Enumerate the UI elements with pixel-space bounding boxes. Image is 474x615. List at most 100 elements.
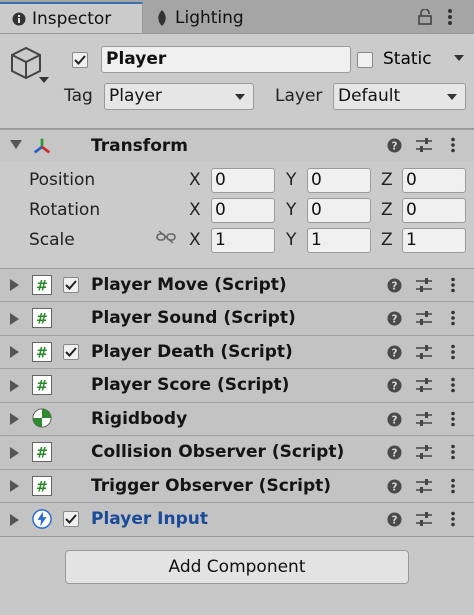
help-icon[interactable]: ? xyxy=(387,138,402,153)
rotation-x-field[interactable]: 0 xyxy=(211,198,275,223)
enabled-checkbox[interactable] xyxy=(63,511,79,527)
rigidbody-icon xyxy=(32,408,52,428)
layer-value: Default xyxy=(338,86,401,106)
component-menu-icon[interactable] xyxy=(450,277,456,293)
layer-dropdown[interactable]: Default xyxy=(333,83,466,110)
presets-icon[interactable] xyxy=(416,345,432,359)
axis-y-label[interactable]: Y xyxy=(286,170,296,190)
component-title: Collision Observer (Script) xyxy=(91,442,345,462)
component-rigidbody[interactable]: Rigidbody ? xyxy=(0,402,474,435)
component-title: Player Move (Script) xyxy=(91,275,287,295)
static-dropdown-arrow-icon[interactable] xyxy=(454,55,464,61)
component-menu-icon[interactable] xyxy=(450,344,456,360)
transform-header[interactable]: Transform ? xyxy=(0,129,474,162)
script-icon: # xyxy=(32,375,52,395)
foldout-collapsed-icon[interactable] xyxy=(10,279,19,291)
svg-text:?: ? xyxy=(392,314,398,326)
kebab-menu-icon[interactable] xyxy=(447,8,453,26)
axis-y-label[interactable]: Y xyxy=(286,200,296,220)
rotation-z-field[interactable]: 0 xyxy=(402,198,466,223)
component-menu-icon[interactable] xyxy=(450,411,456,427)
chevron-down-icon xyxy=(235,94,245,100)
gameobject-cube-icon[interactable] xyxy=(10,46,42,80)
help-icon[interactable]: ? xyxy=(387,278,402,293)
constrain-proportions-link-icon[interactable] xyxy=(156,230,176,244)
help-icon[interactable]: ? xyxy=(387,445,402,460)
axis-x-label[interactable]: X xyxy=(189,170,201,190)
static-checkbox[interactable] xyxy=(357,52,373,68)
component-player-death[interactable]: # Player Death (Script) ? xyxy=(0,335,474,368)
active-checkbox[interactable] xyxy=(72,52,88,68)
foldout-collapsed-icon[interactable] xyxy=(10,313,19,325)
axis-z-label[interactable]: Z xyxy=(381,230,393,250)
lock-icon[interactable] xyxy=(418,9,432,25)
axis-x-label[interactable]: X xyxy=(189,200,201,220)
svg-text:#: # xyxy=(36,312,48,328)
eye-icon xyxy=(158,9,166,26)
rotation-y-field[interactable]: 0 xyxy=(307,198,371,223)
component-player-input[interactable]: Player Input ? xyxy=(0,502,474,536)
foldout-collapsed-icon[interactable] xyxy=(10,480,19,492)
help-icon[interactable]: ? xyxy=(387,311,402,326)
component-title: Player Input xyxy=(91,509,208,529)
foldout-collapsed-icon[interactable] xyxy=(10,514,19,526)
presets-icon[interactable] xyxy=(416,378,432,392)
svg-text:#: # xyxy=(36,446,48,462)
component-menu-icon[interactable] xyxy=(450,377,456,393)
component-title: Player Score (Script) xyxy=(91,375,290,395)
position-z-field[interactable]: 0 xyxy=(402,168,466,193)
presets-icon[interactable] xyxy=(416,512,432,526)
presets-icon[interactable] xyxy=(416,412,432,426)
scale-z-field[interactable]: 1 xyxy=(402,228,466,253)
presets-icon[interactable] xyxy=(416,311,432,325)
component-menu-icon[interactable] xyxy=(450,137,456,153)
component-collision-observer[interactable]: # Collision Observer (Script) ? xyxy=(0,435,474,469)
presets-icon[interactable] xyxy=(416,138,432,152)
enabled-checkbox[interactable] xyxy=(63,277,79,293)
tab-lighting[interactable]: Lighting xyxy=(144,2,274,33)
component-menu-icon[interactable] xyxy=(450,444,456,460)
icon-dropdown-arrow-icon[interactable] xyxy=(39,77,49,83)
foldout-collapsed-icon[interactable] xyxy=(10,346,19,358)
component-menu-icon[interactable] xyxy=(450,310,456,326)
axis-z-label[interactable]: Z xyxy=(381,200,393,220)
help-icon[interactable]: ? xyxy=(387,479,402,494)
presets-icon[interactable] xyxy=(416,278,432,292)
foldout-expanded-icon[interactable] xyxy=(10,140,22,150)
foldout-collapsed-icon[interactable] xyxy=(10,413,19,425)
presets-icon[interactable] xyxy=(416,479,432,493)
foldout-collapsed-icon[interactable] xyxy=(10,380,19,392)
position-label: Position xyxy=(29,170,96,190)
component-player-move[interactable]: # Player Move (Script) ? xyxy=(0,268,474,301)
svg-text:?: ? xyxy=(392,515,398,527)
help-icon[interactable]: ? xyxy=(387,512,402,527)
component-menu-icon[interactable] xyxy=(450,511,456,527)
help-icon[interactable]: ? xyxy=(387,378,402,393)
scale-x-field[interactable]: 1 xyxy=(211,228,275,253)
tab-inspector[interactable]: Inspector xyxy=(0,2,143,33)
add-component-button[interactable]: Add Component xyxy=(65,550,409,584)
info-icon xyxy=(12,12,26,25)
axis-y-label[interactable]: Y xyxy=(286,230,296,250)
svg-text:?: ? xyxy=(392,141,398,153)
component-player-sound[interactable]: # Player Sound (Script) ? xyxy=(0,301,474,335)
foldout-collapsed-icon[interactable] xyxy=(10,447,19,459)
enabled-checkbox[interactable] xyxy=(63,344,79,360)
position-y-field[interactable]: 0 xyxy=(307,168,371,193)
svg-text:?: ? xyxy=(392,348,398,360)
help-icon[interactable]: ? xyxy=(387,412,402,427)
component-trigger-observer[interactable]: # Trigger Observer (Script) ? xyxy=(0,469,474,502)
component-menu-icon[interactable] xyxy=(450,478,456,494)
name-field[interactable]: Player xyxy=(101,46,351,73)
presets-icon[interactable] xyxy=(416,445,432,459)
scale-y-field[interactable]: 1 xyxy=(307,228,371,253)
tag-value: Player xyxy=(109,86,162,106)
axis-x-label[interactable]: X xyxy=(189,230,201,250)
position-x-field[interactable]: 0 xyxy=(211,168,275,193)
player-input-icon xyxy=(32,509,52,529)
tag-dropdown[interactable]: Player xyxy=(104,83,254,110)
component-player-score[interactable]: # Player Score (Script) ? xyxy=(0,368,474,402)
help-icon[interactable]: ? xyxy=(387,345,402,360)
axis-z-label[interactable]: Z xyxy=(381,170,393,190)
svg-text:?: ? xyxy=(392,281,398,293)
